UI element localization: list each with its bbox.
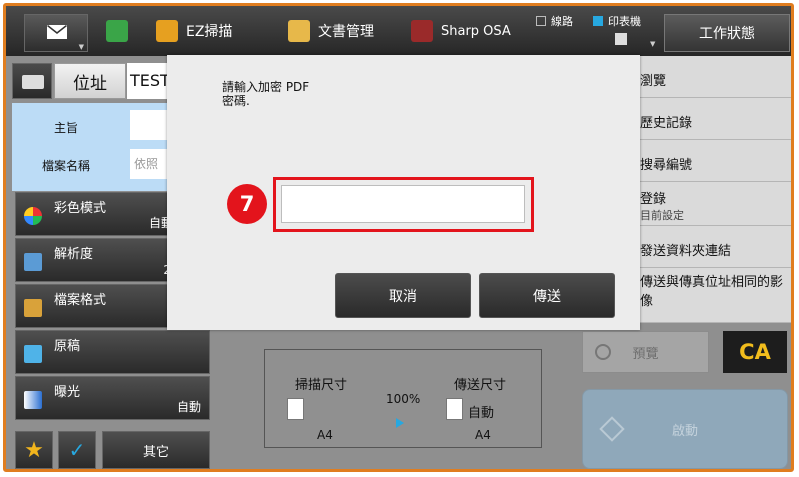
check-button[interactable]: ✓ <box>58 431 96 469</box>
filename-field[interactable]: 依照 <box>130 149 170 179</box>
star-favorite-button[interactable]: ★ <box>15 431 53 469</box>
device-screen: ▼ EZ掃描 文書管理 Sharp OSA 線路 印表機 ▼ 工作狀態 位址 T… <box>3 3 794 472</box>
start-button[interactable]: 啟動 <box>582 389 788 469</box>
printer-status-label: 印表機 <box>608 15 641 28</box>
send-size-value: A4 <box>475 428 491 442</box>
mail-mode-button[interactable]: ▼ <box>24 14 88 52</box>
other-button[interactable]: 其它 <box>102 431 210 469</box>
sharp-osa-label: Sharp OSA <box>441 23 511 39</box>
password-input[interactable] <box>281 185 525 223</box>
address-button[interactable]: 位址 <box>54 63 126 99</box>
start-label: 啟動 <box>671 423 698 439</box>
resolution-icon <box>24 253 42 271</box>
send-size-mode: 自動 <box>468 406 495 421</box>
subject-filename-panel: 主旨 檔案名稱 依照 <box>12 103 170 191</box>
subject-field[interactable] <box>130 110 170 140</box>
preview-button[interactable]: 預覽 <box>582 331 709 373</box>
exposure-value: 自動 <box>176 400 201 414</box>
right-action-list: 瀏覽 歷史記錄 搜尋編號 登錄 目前設定 發送資料夾連結 傳送與傳真位址相同的影… <box>640 56 791 323</box>
cancel-button[interactable]: 取消 <box>335 273 471 318</box>
file-format-icon <box>24 299 42 317</box>
resolution-title: 解析度 <box>54 247 94 262</box>
top-bar: ▼ EZ掃描 文書管理 Sharp OSA 線路 印表機 ▼ 工作狀態 <box>6 6 791 56</box>
search-number-item[interactable]: 搜尋編號 <box>640 140 791 182</box>
send-same-image-item[interactable]: 傳送與傳真位址相同的影像 <box>640 268 791 323</box>
copy-icon <box>106 20 128 42</box>
send-folder-link-item[interactable]: 發送資料夾連結 <box>640 226 791 268</box>
step-number-badge: 7 <box>227 184 267 224</box>
address-book-icon <box>22 75 44 89</box>
envelope-icon <box>47 25 67 39</box>
line-status-checkbox <box>536 16 546 26</box>
color-mode-title: 彩色模式 <box>54 201 107 216</box>
clear-all-button[interactable]: CA <box>723 331 787 373</box>
history-item[interactable]: 歷史記錄 <box>640 98 791 140</box>
line-status: 線路 <box>536 13 573 29</box>
file-format-title: 檔案格式 <box>54 293 107 308</box>
scan-icon <box>156 20 178 42</box>
address-book-button[interactable] <box>12 63 52 99</box>
pdf-password-dialog: 請輸入加密 PDF 密碼. 7 取消 傳送 <box>167 55 640 330</box>
dialog-message-line1: 請輸入加密 PDF <box>222 80 310 94</box>
star-icon: ★ <box>24 437 44 463</box>
copy-mode-button[interactable] <box>106 16 136 46</box>
line-status-label: 線路 <box>551 15 573 28</box>
address-value[interactable]: TEST <box>127 63 169 99</box>
browse-item[interactable]: 瀏覽 <box>640 56 791 98</box>
register-sub: 目前設定 <box>640 209 684 222</box>
chevron-down-icon[interactable]: ▼ <box>650 40 655 48</box>
scan-size-value: A4 <box>317 428 333 442</box>
original-title: 原稿 <box>54 339 81 354</box>
dialog-message: 請輸入加密 PDF 密碼. <box>222 80 309 108</box>
printer-icon <box>615 33 627 45</box>
folder-icon <box>288 20 310 42</box>
page-icon <box>287 398 304 420</box>
printer-status: 印表機 <box>593 13 641 29</box>
size-info-panel: 掃描尺寸 A4 100% 傳送尺寸 自動 A4 <box>264 349 542 448</box>
filename-label: 檔案名稱 <box>41 159 90 173</box>
original-icon <box>24 345 42 363</box>
address-row: 位址 TEST <box>9 61 169 101</box>
exposure-title: 曝光 <box>54 385 81 400</box>
original-button[interactable]: 原稿 <box>15 330 210 374</box>
sharp-osa-button[interactable]: Sharp OSA <box>411 16 511 46</box>
send-button[interactable]: 傳送 <box>479 273 615 318</box>
ratio-value: 100% <box>386 392 421 406</box>
ez-scan-button[interactable]: EZ掃描 <box>156 16 232 46</box>
checkmark-icon: ✓ <box>68 438 86 462</box>
send-size-label: 傳送尺寸 <box>454 378 507 393</box>
arrow-right-icon <box>396 418 404 428</box>
register-label: 登錄 <box>640 192 667 207</box>
document-management-label: 文書管理 <box>318 24 374 40</box>
dialog-message-line2: 密碼. <box>222 94 250 108</box>
subject-label: 主旨 <box>53 121 78 135</box>
preview-label: 預覽 <box>632 346 659 362</box>
sharp-osa-icon <box>411 20 433 42</box>
magnifier-icon <box>595 344 611 360</box>
color-mode-icon <box>24 207 42 225</box>
job-status-button[interactable]: 工作狀態 <box>664 14 790 52</box>
ez-scan-label: EZ掃描 <box>186 24 233 40</box>
start-icon <box>599 416 625 442</box>
exposure-button[interactable]: 曝光 自動 <box>15 376 210 420</box>
document-management-button[interactable]: 文書管理 <box>288 16 374 46</box>
chevron-down-icon: ▼ <box>78 43 84 51</box>
exposure-icon <box>24 391 42 409</box>
register-item[interactable]: 登錄 目前設定 <box>640 182 791 226</box>
printer-status-checkbox <box>593 16 603 26</box>
page-icon <box>446 398 463 420</box>
scan-size-label: 掃描尺寸 <box>295 378 348 393</box>
